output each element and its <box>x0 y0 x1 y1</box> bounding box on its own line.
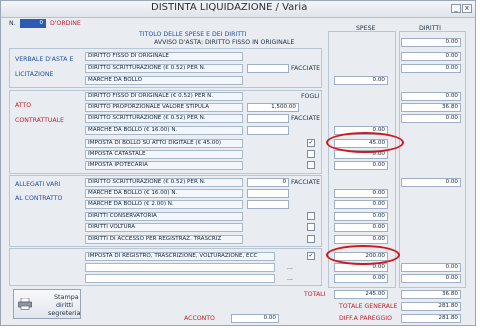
verbale-facciate-input[interactable] <box>247 64 289 73</box>
accesso-checkbox[interactable] <box>307 235 315 243</box>
atto-row-label: DIRITTO SCRITTURAZIONE (€ 0.52) PER N. <box>85 114 243 123</box>
atto-facciate-input[interactable] <box>247 114 289 123</box>
ipotecaria-checkbox[interactable] <box>307 161 315 169</box>
stampa-label-1: Stampa <box>54 293 79 301</box>
acconto-input[interactable]: 0.00 <box>231 314 279 323</box>
stampa-label-3: segreteria <box>48 309 81 317</box>
atto-row-label: DIRITTO FISSO DI ORIGINALE (€ 0.52) PER … <box>85 92 243 101</box>
imposta-row-label: IMPOSTA DI REGISTRO, TRASCRIZIONE, VOLTU… <box>85 252 275 261</box>
totale-spese-field: 245.00 <box>334 290 388 299</box>
catastale-checkbox[interactable] <box>307 150 315 158</box>
atto-row-label: IMPOSTA IPOTECARIA <box>85 161 243 170</box>
marche-2-count-input[interactable] <box>247 200 289 209</box>
atto-row-label: IMPOSTA DI BOLLO SU ATTO DIGITALE (€ 45.… <box>85 139 243 148</box>
facciate-label: FACCIATE <box>291 179 321 186</box>
ordine-label: D'ORDINE <box>50 20 81 27</box>
atto-spese-field[interactable]: 0.00 <box>334 161 388 170</box>
allegati-row-label: DIRITTO SCRITTURAZIONE (€ 0.52) PER N. <box>85 178 243 187</box>
atto-diritti-field[interactable]: 0.00 <box>401 92 461 101</box>
verbale-row-label: MARCHE DA BOLLO <box>85 76 243 85</box>
allegati-title-1: ALLEGATI VARI <box>15 181 61 188</box>
atto-diritti-field[interactable]: 36.80 <box>401 103 461 112</box>
allegati-row-label: MARCHE DA BOLLO (€ 16.00) N. <box>85 189 243 198</box>
conservatoria-checkbox[interactable] <box>307 212 315 220</box>
atto-row-label: IMPOSTA CATASTALE <box>85 150 243 159</box>
allegati-spese-field[interactable]: 0.00 <box>334 200 388 209</box>
allegati-spese-field[interactable]: 0.00 <box>334 189 388 198</box>
titolo-heading: TITOLO DELLE SPESE E DEI DIRITTI <box>139 31 247 38</box>
minimize-icon[interactable]: _ <box>451 4 461 13</box>
verbale-diritti-field[interactable]: 0.00 <box>401 52 461 61</box>
n-label: N. <box>9 20 16 27</box>
imposta-spese-field[interactable]: 0.00 <box>334 274 388 283</box>
avviso-text: AVVISO D'ASTA: DIRITTO FISSO IN ORIGINAL… <box>154 39 295 46</box>
allegati-diritti-field[interactable]: 0.00 <box>401 178 461 187</box>
atto-title-2: CONTRATTUALE <box>15 117 64 124</box>
verbale-diritti-field[interactable]: 0.00 <box>401 64 461 73</box>
allegati-facciate-input[interactable]: 0 <box>247 178 289 187</box>
totale-diritti-field: 36.80 <box>401 290 461 299</box>
allegati-row-label: DIRITTI CONSERVATORIA <box>85 212 243 221</box>
stampa-diritti-button[interactable]: Stampa diritti segreteria <box>13 289 81 319</box>
diff-pareggio-label: DIFF.A PAREGGIO <box>339 315 392 322</box>
diff-pareggio-field: 281.80 <box>401 314 461 323</box>
allegati-row-label: DIRITTI DI ACCESSO PER REGISTRAZ. TRASCR… <box>85 235 243 244</box>
atto-row-label: DIRITTO PROPORZIONALE VALORE STIPULA <box>85 103 243 112</box>
annotation-ellipse <box>326 245 400 265</box>
imposta-diritti-field[interactable]: 0.00 <box>401 263 461 272</box>
atto-title-1: ATTO <box>15 102 32 109</box>
imposta-diritti-field[interactable]: 0.00 <box>401 274 461 283</box>
verbale-spese-field[interactable]: 0.00 <box>334 76 388 85</box>
liquidazione-window: DISTINTA LIQUIDAZIONE / Varia _ x N. 0 D… <box>0 0 476 326</box>
title-bar: DISTINTA LIQUIDAZIONE / Varia _ x <box>1 1 475 18</box>
n-ordine-input[interactable]: 0 <box>20 19 46 28</box>
verbale-title-2: LICITAZIONE <box>15 71 54 78</box>
imposta-free-field[interactable] <box>85 263 275 272</box>
close-icon[interactable]: x <box>462 4 472 13</box>
atto-diritti-field[interactable]: 0.00 <box>401 114 461 123</box>
marche-bollo-count-input[interactable] <box>247 126 289 135</box>
printer-icon <box>18 298 32 310</box>
voltura-checkbox[interactable] <box>307 223 315 231</box>
window-title: DISTINTA LIQUIDAZIONE / Varia <box>151 2 308 13</box>
allegati-row-label: MARCHE DA BOLLO (€ 2.00) N. <box>85 200 243 209</box>
acconto-label: ACCONTO <box>184 315 215 322</box>
facciate-label: FACCIATE <box>291 65 321 72</box>
totali-label: TOTALI <box>304 291 326 298</box>
marche-16-count-input[interactable] <box>247 189 289 198</box>
allegati-row-label: DIRITTI VOLTURA <box>85 223 243 232</box>
totale-generale-label: TOTALE GENERALE <box>339 303 398 310</box>
verbale-row-label: DIRITTO FISSO DI ORIGINALE <box>85 52 243 61</box>
allegati-spese-field[interactable]: 0.00 <box>334 212 388 221</box>
allegati-spese-field[interactable]: 0.00 <box>334 223 388 232</box>
totale-generale-field: 281.80 <box>401 302 461 311</box>
fogli-label: FOGLI <box>301 93 320 100</box>
verbale-title-1: VERBALE D'ASTA E <box>15 56 74 63</box>
stampa-label-2: diritti <box>56 301 74 309</box>
imposta-dots[interactable]: ... <box>287 264 293 272</box>
facciate-label: FACCIATE <box>291 115 321 122</box>
atto-row-label: MARCHE DA BOLLO (€ 16.00) N. <box>85 126 243 135</box>
verbale-row-label: DIRITTO SCRITTURAZIONE (€ 0.52) PER N. <box>85 64 243 73</box>
bollo-digitale-checkbox[interactable]: ✓ <box>307 139 315 147</box>
allegati-spese-field[interactable]: 0.00 <box>334 235 388 244</box>
allegati-title-2: AL CONTRATTO <box>15 195 63 202</box>
imposta-registro-checkbox[interactable]: ✓ <box>307 252 315 260</box>
imposta-dots[interactable]: ... <box>287 275 293 283</box>
annotation-ellipse <box>326 132 404 153</box>
valore-stipula-input[interactable]: 1,500.00 <box>247 103 299 112</box>
imposta-free-field[interactable] <box>85 274 275 283</box>
